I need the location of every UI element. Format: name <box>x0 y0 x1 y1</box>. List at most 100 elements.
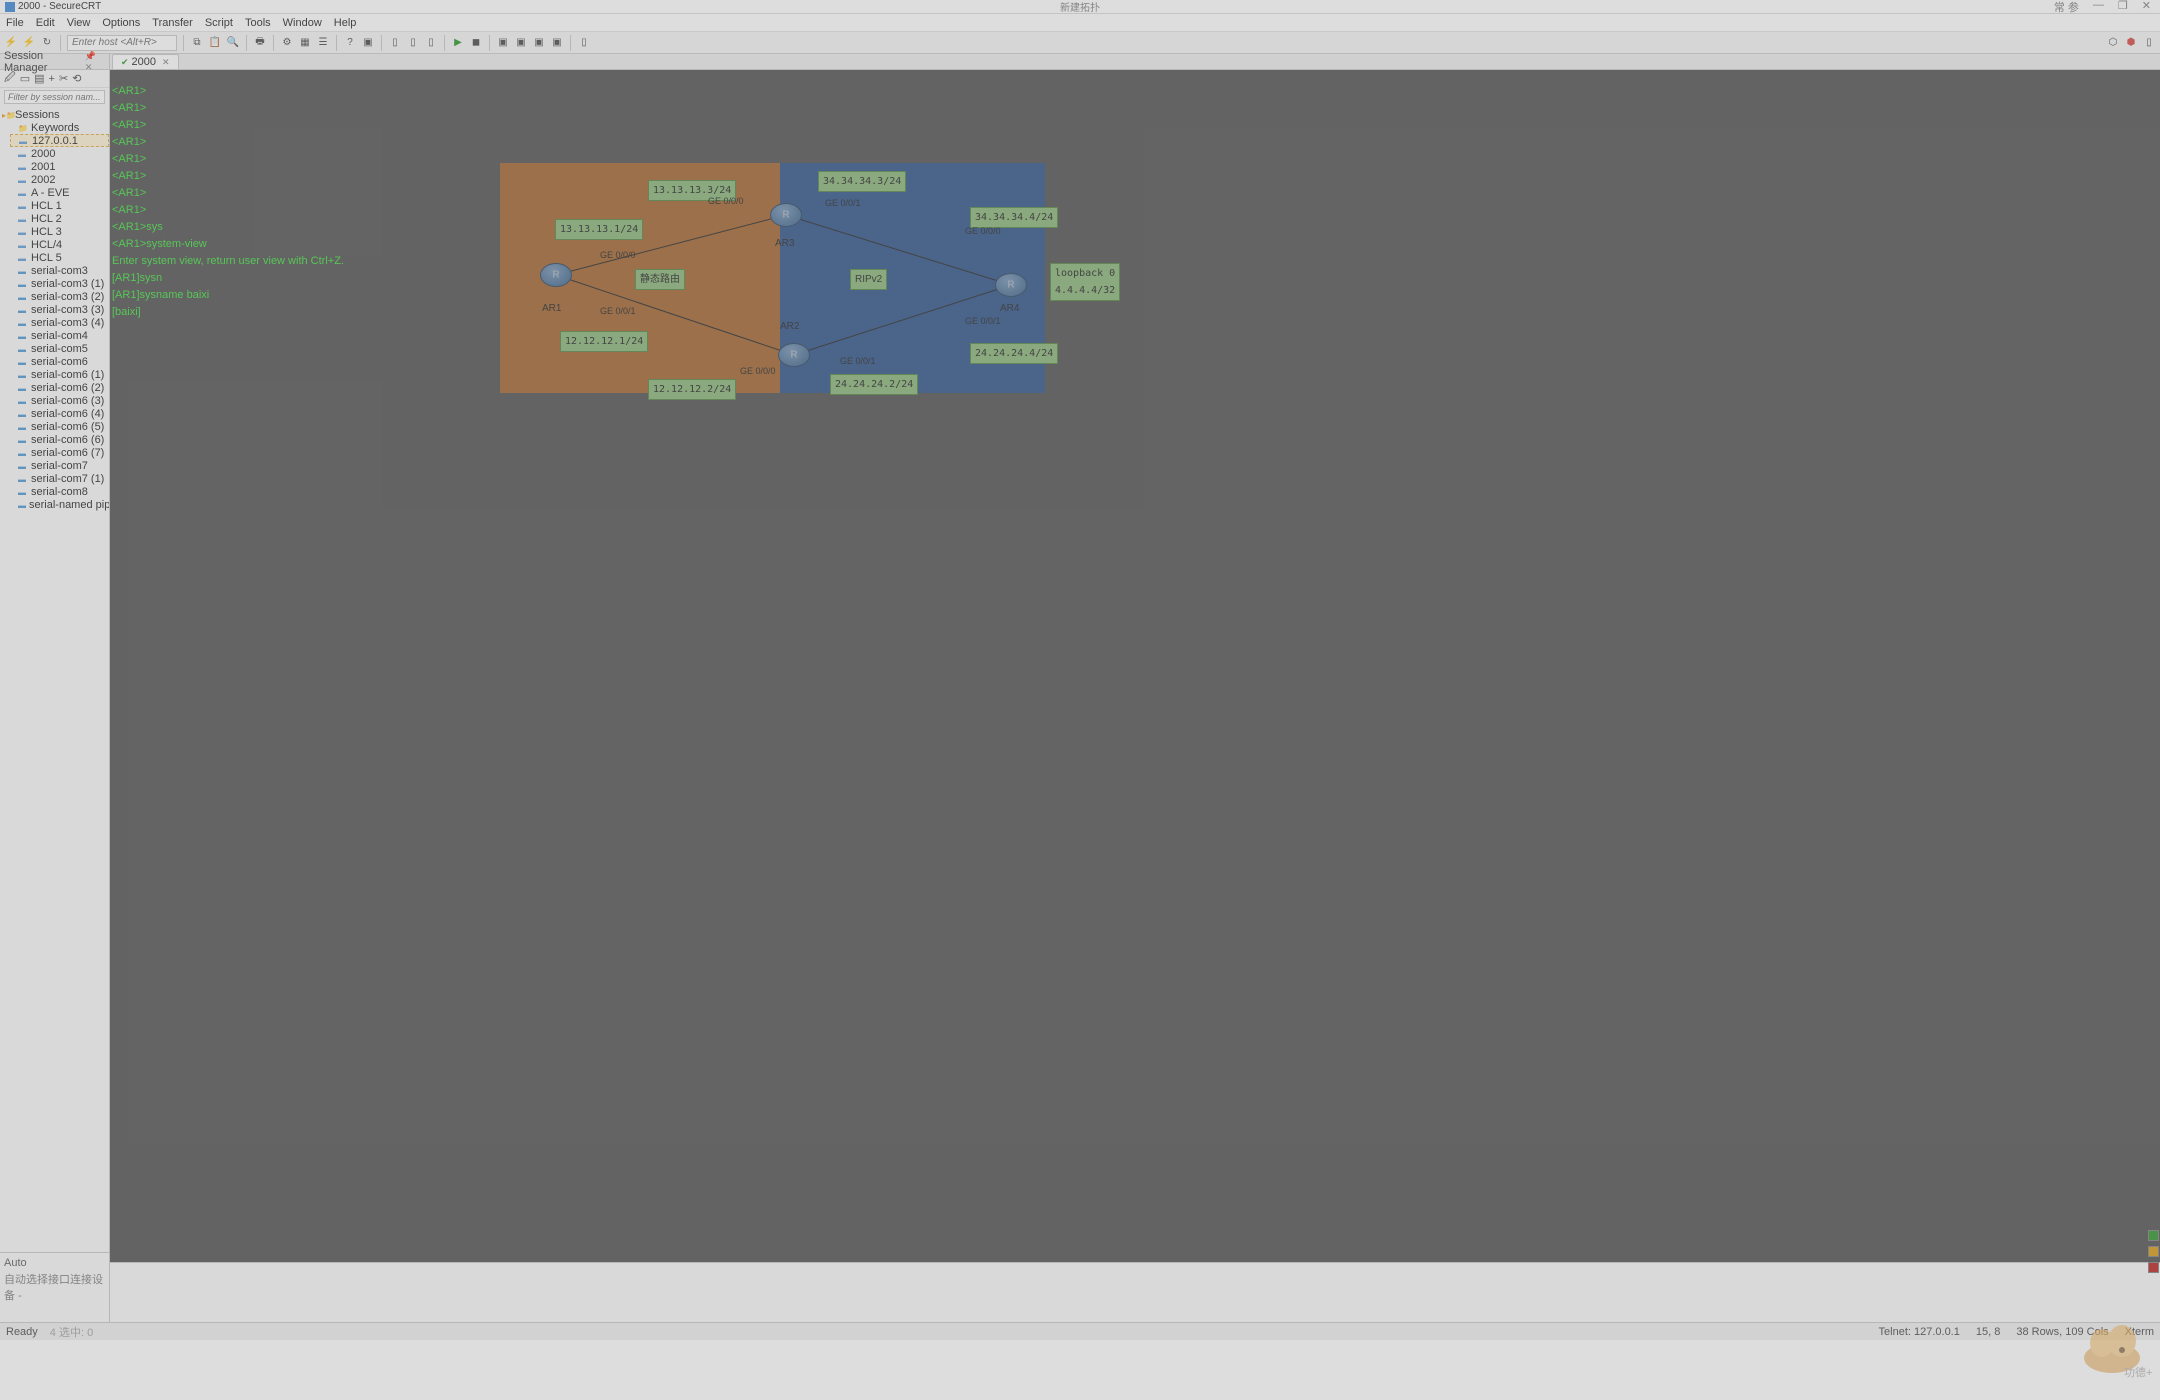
copy-icon[interactable]: ⧉ <box>190 36 204 50</box>
print-icon[interactable]: 🖶 <box>253 36 267 50</box>
tree-item-hcl-2[interactable]: ▬HCL 2 <box>10 212 109 225</box>
router-label: AR3 <box>775 235 794 252</box>
tree-item-label: serial-com4 <box>31 330 88 342</box>
extra-control[interactable]: 常 参 <box>2050 0 2083 15</box>
tree-item-serial-com8[interactable]: ▬serial-com8 <box>10 485 109 498</box>
tree-item-2002[interactable]: ▬2002 <box>10 173 109 186</box>
tree-item-serial-com5[interactable]: ▬serial-com5 <box>10 342 109 355</box>
session-icon: ▬ <box>18 176 28 184</box>
check-icon: ✔ <box>121 57 129 68</box>
stop-icon[interactable]: ◼ <box>469 36 483 50</box>
tree-item-serial-com6--1-[interactable]: ▬serial-com6 (1) <box>10 368 109 381</box>
cut-icon[interactable]: ✂ <box>59 72 68 85</box>
tree-item-serial-com6[interactable]: ▬serial-com6 <box>10 355 109 368</box>
tree-item-serial-named-pip[interactable]: ▬serial-named pip <box>10 498 109 511</box>
menu-script[interactable]: Script <box>205 17 233 29</box>
tree-item-serial-com7--1-[interactable]: ▬serial-com7 (1) <box>10 472 109 485</box>
tree-item-serial-com6--2-[interactable]: ▬serial-com6 (2) <box>10 381 109 394</box>
menu-tools[interactable]: Tools <box>245 17 271 29</box>
tree-item-serial-com3[interactable]: ▬serial-com3 <box>10 264 109 277</box>
tool-icon[interactable]: ▯ <box>577 36 591 50</box>
info-panel: Auto 自动选择接口连接设备 - <box>0 1252 109 1322</box>
tree-item-serial-com4[interactable]: ▬serial-com4 <box>10 329 109 342</box>
tool-icon[interactable]: ▯ <box>406 36 420 50</box>
menu-window[interactable]: Window <box>283 17 322 29</box>
session-icon: ▬ <box>18 462 28 470</box>
tool-icon[interactable]: ▣ <box>514 36 528 50</box>
folder-icon: 📁 <box>18 124 28 132</box>
delete-icon[interactable]: ⟲ <box>72 72 81 85</box>
tree-item-127-0-0-1[interactable]: ▬127.0.0.1 <box>10 134 109 147</box>
help-icon[interactable]: ? <box>343 36 357 50</box>
reconnect-icon[interactable]: ↻ <box>40 36 54 50</box>
tree-item-label: serial-named pip <box>29 499 109 511</box>
session-icon[interactable]: ▦ <box>298 36 312 50</box>
properties-icon[interactable]: ▤ <box>34 72 44 85</box>
mark-icon[interactable]: ▣ <box>361 36 375 50</box>
status-selection: 4 选中: 0 <box>50 1324 93 1340</box>
tree-item-2000[interactable]: ▬2000 <box>10 147 109 160</box>
tree-item-serial-com3--3-[interactable]: ▬serial-com3 (3) <box>10 303 109 316</box>
close-panel-icon[interactable]: ▯ <box>2142 36 2156 50</box>
tree-item-serial-com3--2-[interactable]: ▬serial-com3 (2) <box>10 290 109 303</box>
tree-item-serial-com6--7-[interactable]: ▬serial-com6 (7) <box>10 446 109 459</box>
tree-item-hcl-5[interactable]: ▬HCL 5 <box>10 251 109 264</box>
tree-item-serial-com6--6-[interactable]: ▬serial-com6 (6) <box>10 433 109 446</box>
menu-options[interactable]: Options <box>102 17 140 29</box>
separator <box>60 35 61 51</box>
close-button[interactable]: ✕ <box>2138 0 2155 15</box>
list-icon[interactable]: ☰ <box>316 36 330 50</box>
tree-item-serial-com3--4-[interactable]: ▬serial-com3 (4) <box>10 316 109 329</box>
session-icon: ▬ <box>18 488 28 496</box>
tree-item-serial-com6--3-[interactable]: ▬serial-com6 (3) <box>10 394 109 407</box>
find-icon[interactable]: 🔍 <box>226 36 240 50</box>
tree-item-keywords[interactable]: 📁Keywords <box>10 121 109 134</box>
menu-file[interactable]: File <box>6 17 24 29</box>
tree-item-a---eve[interactable]: ▬A - EVE <box>10 186 109 199</box>
add-icon[interactable]: + <box>49 73 55 85</box>
warning-icon[interactable]: ⬡ <box>2106 36 2120 50</box>
quick-connect-icon[interactable]: ⚡ <box>22 36 36 50</box>
tree-root[interactable]: ▸📁 Sessions <box>0 108 109 121</box>
tool-icon[interactable]: ▣ <box>496 36 510 50</box>
tool-icon[interactable]: ▯ <box>424 36 438 50</box>
badge-icon[interactable]: ⬢ <box>2124 36 2138 50</box>
maximize-button[interactable]: ❐ <box>2114 0 2132 15</box>
new-folder-icon[interactable]: ▭ <box>20 72 30 85</box>
menu-help[interactable]: Help <box>334 17 357 29</box>
menu-transfer[interactable]: Transfer <box>152 17 193 29</box>
terminal[interactable]: <AR1> <AR1> <AR1> <AR1> <AR1> <AR1> <AR1… <box>110 70 2160 1262</box>
session-icon: ▬ <box>18 215 28 223</box>
tool-icon[interactable]: ▣ <box>532 36 546 50</box>
tree-item-hcl-3[interactable]: ▬HCL 3 <box>10 225 109 238</box>
menu-edit[interactable]: Edit <box>36 17 55 29</box>
host-input[interactable] <box>67 35 177 51</box>
tree-item-hcl-1[interactable]: ▬HCL 1 <box>10 199 109 212</box>
session-tree[interactable]: ▸📁 Sessions 📁Keywords▬127.0.0.1▬2000▬200… <box>0 106 109 1252</box>
tree-item-2001[interactable]: ▬2001 <box>10 160 109 173</box>
separator <box>246 35 247 51</box>
tab-2000[interactable]: ✔ 2000 ✕ <box>112 54 179 69</box>
new-session-icon[interactable]: 🖉 <box>4 69 16 88</box>
menu-view[interactable]: View <box>67 17 91 29</box>
session-icon: ▬ <box>18 384 28 392</box>
tree-item-label: serial-com5 <box>31 343 88 355</box>
tree-item-serial-com3--1-[interactable]: ▬serial-com3 (1) <box>10 277 109 290</box>
tree-item-serial-com6--5-[interactable]: ▬serial-com6 (5) <box>10 420 109 433</box>
session-icon: ▬ <box>18 306 28 314</box>
connect-icon[interactable]: ⚡ <box>4 36 18 50</box>
tool-icon[interactable]: ▯ <box>388 36 402 50</box>
minimize-button[interactable]: — <box>2089 0 2108 15</box>
paste-icon[interactable]: 📋 <box>208 36 222 50</box>
play-icon[interactable]: ▶ <box>451 36 465 50</box>
filter-input[interactable] <box>4 90 105 104</box>
tool-icon[interactable]: ▣ <box>550 36 564 50</box>
tree-item-serial-com6--4-[interactable]: ▬serial-com6 (4) <box>10 407 109 420</box>
tree-item-hcl-4[interactable]: ▬HCL/4 <box>10 238 109 251</box>
folder-icon: ▸📁 <box>2 111 12 119</box>
separator <box>336 35 337 51</box>
tree-item-serial-com7[interactable]: ▬serial-com7 <box>10 459 109 472</box>
command-panel[interactable] <box>110 1262 2160 1322</box>
settings-icon[interactable]: ⚙ <box>280 36 294 50</box>
close-tab-icon[interactable]: ✕ <box>162 57 170 68</box>
